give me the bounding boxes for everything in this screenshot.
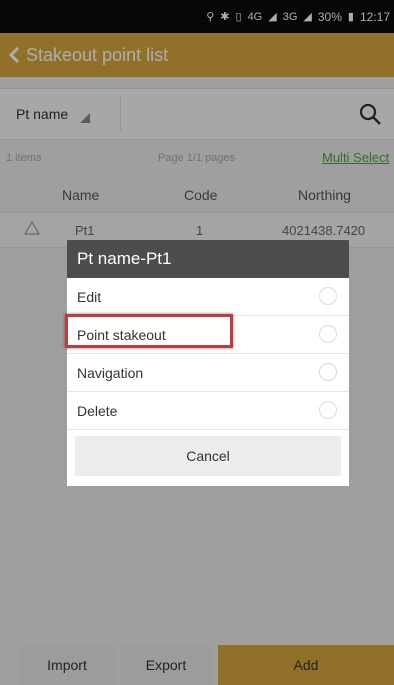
option-label: Navigation [77,364,144,381]
radio-icon[interactable] [319,287,337,305]
option-navigation[interactable]: Navigation [67,354,349,392]
option-delete[interactable]: Delete [67,392,349,430]
highlight-box [65,314,233,348]
radio-icon[interactable] [319,325,337,343]
action-dialog: Pt name-Pt1 Edit Point stakeout Navigati… [67,240,349,486]
radio-icon[interactable] [319,401,337,419]
cancel-button[interactable]: Cancel [75,436,341,476]
option-label: Edit [77,288,102,305]
option-label: Delete [77,402,118,419]
dialog-title: Pt name-Pt1 [67,240,349,278]
radio-icon[interactable] [319,363,337,381]
option-edit[interactable]: Edit [67,278,349,316]
